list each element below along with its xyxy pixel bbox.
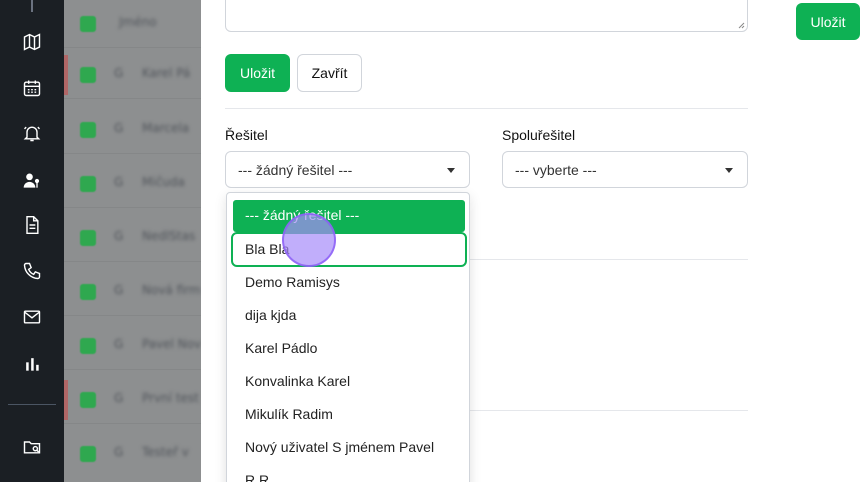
coassignee-label: Spoluřešitel [502,127,576,143]
row-name: Testeř v [142,445,189,459]
list-item: G NedlStas [64,214,201,262]
select-all-checkbox [80,16,96,32]
save-button[interactable]: Uložit [225,54,290,92]
resize-grip-icon[interactable] [737,21,745,29]
divider [470,410,748,411]
row-checkbox [80,176,96,192]
coassignee-select[interactable]: --- vyberte --- [502,151,748,188]
row-checkbox [80,392,96,408]
option[interactable]: R R [245,472,269,482]
column-header-name: Jméno [119,15,157,29]
list-item: G Pavel Nov [64,322,201,370]
row-initial: G [114,66,124,80]
option[interactable]: Karel Pádlo [245,340,317,356]
list-item: G Mičuda [64,160,201,208]
bell-icon[interactable] [21,122,43,144]
top-save-button[interactable]: Uložit [796,3,860,40]
row-name: Karel Pá [142,66,191,80]
assignee-selected-value: --- žádný řešitel --- [238,162,353,178]
option-hovered[interactable]: Bla Bla [231,232,467,267]
row-initial: G [114,229,124,243]
user-key-icon[interactable] [21,170,43,192]
mail-icon[interactable] [21,306,43,328]
option[interactable]: dija kjda [245,307,296,323]
background-list: Jméno G Karel Pá G Marcela G Mičuda G Ne… [64,0,201,482]
folder-search-icon[interactable] [21,436,43,458]
option[interactable]: Nový uživatel S jménem Pavel [245,439,434,455]
row-initial: G [114,175,124,189]
row-initial: G [114,391,124,405]
left-nav [0,0,64,482]
row-checkbox [80,67,96,83]
map-icon[interactable] [21,31,43,53]
cursor-highlight [282,213,336,267]
row-name: Pavel Nov [142,337,201,351]
option[interactable]: Mikulík Radim [245,406,333,422]
nav-divider [8,404,56,405]
list-item: G Marcela [64,106,201,154]
row-checkbox [80,338,96,354]
calendar-icon[interactable] [21,77,43,99]
list-item: G Nová firm [64,268,201,316]
row-checkbox [80,230,96,246]
list-header: Jméno [64,0,201,48]
assignee-select[interactable]: --- žádný řešitel --- [225,151,470,188]
close-button[interactable]: Zavřít [297,54,362,92]
row-initial: G [114,121,124,135]
row-name: Nová firm [142,283,201,297]
row-initial: G [114,283,124,297]
row-name: NedlStas [142,229,196,243]
bar-chart-icon[interactable] [21,353,43,375]
caret-down-icon [447,168,455,173]
row-initial: G [114,445,124,459]
row-initial: G [114,337,124,351]
row-name: Marcela [142,121,190,135]
option[interactable]: Demo Ramisys [245,274,340,290]
document-icon[interactable] [21,214,43,236]
row-checkbox [80,446,96,462]
list-item: G Testeř v [64,430,201,478]
list-item: G První test [64,376,201,424]
nav-top-divider [31,0,33,12]
divider [470,259,748,260]
assignee-label: Řešitel [225,127,268,143]
row-name: Mičuda [142,175,185,189]
assignee-dropdown-list: --- žádný řešitel --- Bla Bla Demo Ramis… [226,192,470,482]
list-item: G Karel Pá [64,51,201,99]
option-none[interactable]: --- žádný řešitel --- [233,200,465,232]
row-checkbox [80,284,96,300]
row-checkbox [80,122,96,138]
option[interactable]: Konvalinka Karel [245,373,350,389]
divider [225,108,748,109]
phone-icon[interactable] [21,260,43,282]
coassignee-selected-value: --- vyberte --- [515,162,597,178]
caret-down-icon [725,168,733,173]
note-textarea[interactable] [225,0,748,32]
row-name: První test [142,391,199,405]
